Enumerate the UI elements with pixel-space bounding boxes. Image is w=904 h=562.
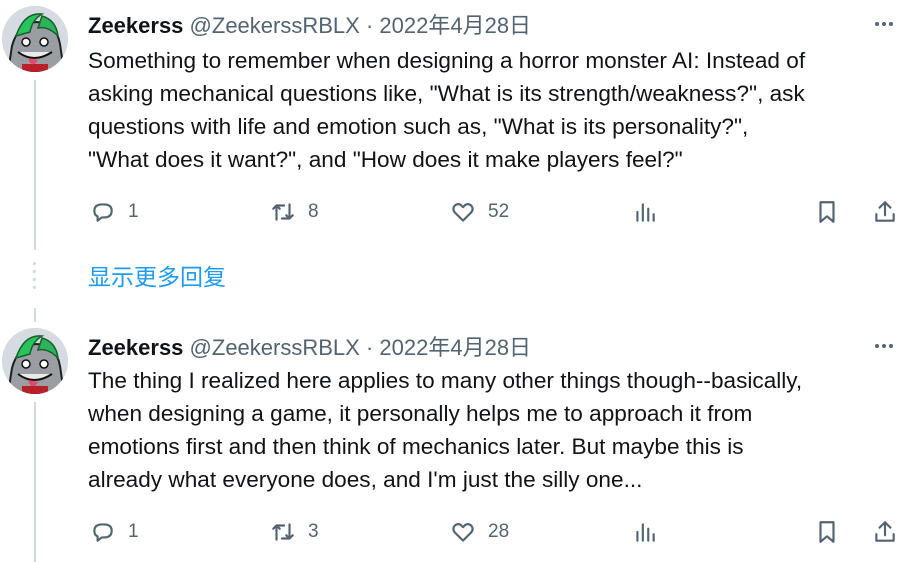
- views-button[interactable]: [632, 514, 658, 550]
- author-handle[interactable]: @ZeekerssRBLX: [190, 13, 360, 38]
- share-icon: [875, 201, 895, 222]
- retweet-count: 3: [308, 521, 319, 542]
- retweet-button[interactable]: 8: [270, 194, 319, 230]
- like-icon: [452, 203, 474, 222]
- reply-button[interactable]: 1: [90, 514, 139, 550]
- reply-count: 1: [128, 201, 139, 222]
- tweet-actions: 1 3 28: [88, 514, 900, 550]
- like-count: 28: [488, 521, 510, 542]
- thread-line: [34, 402, 36, 562]
- tweet-header: Zeekerss @ZeekerssRBLX · 2022年4月28日: [88, 330, 531, 362]
- share-button[interactable]: [872, 514, 898, 550]
- views-icon: [636, 203, 655, 222]
- thread-dots: [33, 262, 37, 294]
- separator: ·: [365, 13, 374, 38]
- more-icon[interactable]: [870, 336, 898, 356]
- separator: ·: [365, 335, 374, 360]
- retweet-icon: [272, 523, 294, 541]
- share-button[interactable]: [872, 194, 898, 230]
- more-icon[interactable]: [870, 14, 898, 34]
- bookmark-button[interactable]: [814, 514, 840, 550]
- tweet-1[interactable]: Zeekerss @ZeekerssRBLX · 2022年4月28日 Some…: [0, 0, 904, 250]
- views-button[interactable]: [632, 194, 658, 230]
- avatar[interactable]: [2, 328, 68, 394]
- like-count: 52: [488, 201, 510, 222]
- reply-icon: [93, 203, 113, 222]
- tweet-actions: 1 8 52: [88, 194, 900, 230]
- tweet-date[interactable]: 2022年4月28日: [379, 335, 531, 360]
- author-name[interactable]: Zeekerss: [88, 335, 183, 360]
- avatar[interactable]: [2, 6, 68, 72]
- retweet-icon: [272, 203, 294, 221]
- share-icon: [875, 521, 895, 542]
- reply-icon: [93, 523, 113, 542]
- bookmark-button[interactable]: [814, 194, 840, 230]
- show-more-replies-link[interactable]: 显示更多回复: [88, 258, 226, 292]
- views-icon: [636, 523, 655, 542]
- tweet-text: Something to remember when designing a h…: [88, 48, 806, 172]
- author-handle[interactable]: @ZeekerssRBLX: [190, 335, 360, 360]
- like-icon: [452, 523, 474, 542]
- like-button[interactable]: 52: [450, 194, 509, 230]
- tweet-header: Zeekerss @ZeekerssRBLX · 2022年4月28日: [88, 8, 531, 40]
- bookmark-icon: [819, 201, 835, 223]
- reply-count: 1: [128, 521, 139, 542]
- like-button[interactable]: 28: [450, 514, 509, 550]
- author-name[interactable]: Zeekerss: [88, 13, 183, 38]
- retweet-count: 8: [308, 201, 319, 222]
- retweet-button[interactable]: 3: [270, 514, 319, 550]
- thread-line: [34, 80, 36, 250]
- tweet-2[interactable]: Zeekerss @ZeekerssRBLX · 2022年4月28日 The …: [0, 308, 904, 562]
- thread-line-top: [34, 308, 36, 322]
- bookmark-icon: [819, 521, 835, 543]
- tweet-text: The thing I realized here applies to man…: [88, 368, 803, 492]
- reply-button[interactable]: 1: [90, 194, 139, 230]
- tweet-date[interactable]: 2022年4月28日: [379, 13, 531, 38]
